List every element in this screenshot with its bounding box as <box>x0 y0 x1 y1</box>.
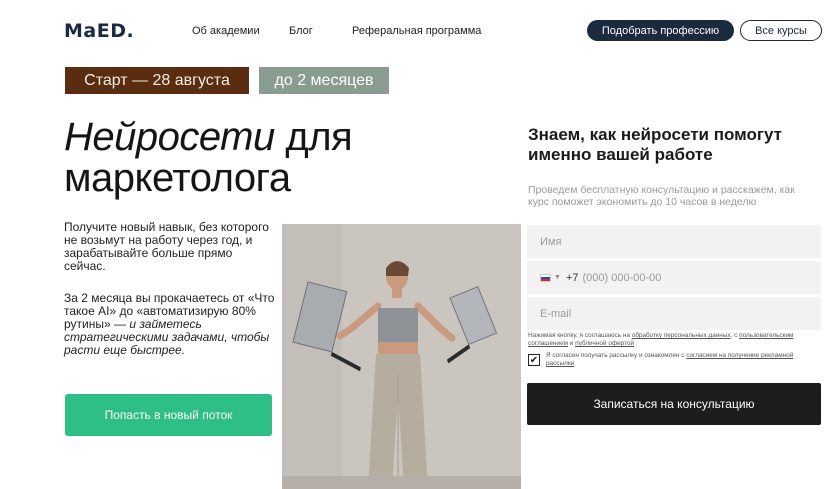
consent-text: Нажимая кнопку, я соглашаюсь на обработк… <box>528 332 822 348</box>
nav-referral[interactable]: Реферальная программа <box>352 25 481 37</box>
personal-data-link[interactable]: обработку персональных данных <box>632 332 731 339</box>
form-subtitle: Проведем бесплатную консультацию и расск… <box>528 184 795 208</box>
phone-country-code: +7 <box>565 271 579 284</box>
newsletter-consent-part: Я согласен получать рассылку и ознакомле… <box>546 352 687 359</box>
chevron-down-icon[interactable]: ▼ <box>554 274 561 281</box>
lead-text-2: За 2 месяца вы прокачаетесь от «Что тако… <box>64 292 279 357</box>
page-title: Нейросети для маркетолога <box>64 115 353 200</box>
start-date-badge: Старт — 28 августа <box>65 67 249 94</box>
nav-about[interactable]: Об академии <box>192 25 260 37</box>
join-stream-button[interactable]: Попасть в новый поток <box>65 394 272 436</box>
checkmark-icon: ✔ <box>529 354 539 366</box>
phone-field-placeholder: (000) 000-00-00 <box>582 271 662 284</box>
newsletter-consent-text: Я согласен получать рассылку и ознакомле… <box>546 352 822 368</box>
russia-flag-icon[interactable] <box>540 273 551 282</box>
submit-consultation-button[interactable]: Записаться на консультацию <box>527 383 821 425</box>
newsletter-checkbox[interactable]: ✔ <box>528 354 540 366</box>
pick-profession-button[interactable]: Подобрать профессию <box>587 20 734 41</box>
email-field-placeholder: E-mail <box>540 307 572 320</box>
email-field[interactable]: E-mail <box>527 297 821 330</box>
phone-field[interactable]: ▼ +7 (000) 000-00-00 <box>527 261 821 294</box>
page-title-rest: для <box>274 115 353 159</box>
consent-text-part: , с <box>730 332 740 339</box>
page-title-italic: Нейросети <box>64 115 275 159</box>
hero-photo <box>282 224 521 489</box>
form-title: Знаем, как нейросети помогут именно ваше… <box>528 125 782 164</box>
page-title-line2: маркетолога <box>64 156 291 200</box>
all-courses-button[interactable]: Все курсы <box>740 20 822 41</box>
consent-text-part: Нажимая кнопку, я соглашаюсь на <box>528 332 632 339</box>
name-field[interactable]: Имя <box>527 225 821 258</box>
duration-badge: до 2 месяцев <box>259 67 389 94</box>
woman-with-laptops-illustration <box>282 224 521 489</box>
nav-blog[interactable]: Блог <box>289 25 313 37</box>
logo[interactable]: MaED. <box>64 20 134 42</box>
name-field-placeholder: Имя <box>540 235 562 248</box>
public-offer-link[interactable]: публичной офертой <box>575 340 634 347</box>
lead-text: Получите новый навык, без которого не во… <box>64 220 269 273</box>
